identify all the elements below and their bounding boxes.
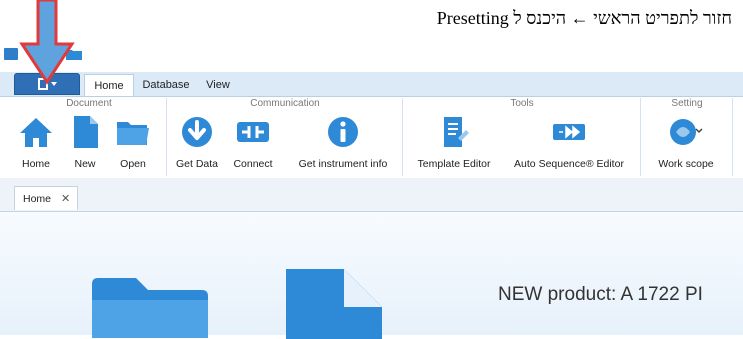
open-button[interactable]: Open bbox=[112, 114, 154, 174]
auto-sequence-editor-button-label: Auto Sequence® Editor bbox=[514, 158, 624, 170]
group-divider bbox=[732, 98, 733, 176]
get-data-button-label: Get Data bbox=[175, 158, 219, 170]
home-button-label: Home bbox=[21, 158, 50, 170]
info-icon bbox=[328, 117, 358, 147]
home-button[interactable]: Home bbox=[14, 114, 58, 174]
group-divider bbox=[402, 98, 403, 176]
tab-view[interactable]: View bbox=[198, 74, 238, 96]
group-divider bbox=[166, 98, 167, 176]
annotation-arrow-icon bbox=[19, 0, 75, 85]
connect-icon bbox=[237, 122, 269, 142]
house-icon bbox=[20, 118, 52, 147]
template-editor-button[interactable]: Template Editor bbox=[410, 114, 498, 174]
annotation-text: חזור לתפריט הראשי ← היכנס ל Presetting bbox=[436, 8, 732, 28]
close-icon[interactable]: ✕ bbox=[61, 192, 70, 205]
work-scope-button-label: Work scope bbox=[658, 158, 714, 170]
folder-open-icon bbox=[117, 122, 149, 145]
download-circle-icon bbox=[182, 117, 212, 147]
group-label-setting: Setting bbox=[671, 98, 703, 109]
new-button[interactable]: New bbox=[62, 114, 108, 174]
work-scope-icon bbox=[670, 119, 703, 145]
document-tab-home[interactable]: Home ✕ bbox=[14, 186, 78, 210]
open-project-large-icon[interactable] bbox=[92, 278, 208, 338]
connect-button[interactable]: Connect bbox=[228, 114, 278, 174]
new-document-large-icon[interactable] bbox=[286, 269, 382, 339]
get-instrument-info-button-label: Get instrument info bbox=[298, 158, 388, 170]
work-scope-button[interactable]: Work scope bbox=[648, 114, 724, 174]
group-label-document: Document bbox=[66, 98, 112, 109]
group-label-tools: Tools bbox=[510, 98, 534, 109]
tab-home[interactable]: Home bbox=[84, 74, 134, 97]
open-button-label: Open bbox=[120, 158, 146, 170]
get-data-button[interactable]: Get Data bbox=[172, 114, 222, 174]
new-button-label: New bbox=[74, 158, 96, 170]
template-editor-button-label: Template Editor bbox=[417, 158, 491, 170]
tab-database[interactable]: Database bbox=[136, 74, 196, 96]
auto-sequence-editor-button[interactable]: Auto Sequence® Editor bbox=[504, 114, 634, 174]
get-instrument-info-button[interactable]: Get instrument info bbox=[290, 114, 396, 174]
group-label-communication: Communication bbox=[250, 98, 320, 109]
group-divider bbox=[640, 98, 641, 176]
connect-button-label: Connect bbox=[233, 158, 273, 170]
document-tab-strip bbox=[0, 178, 743, 212]
new-product-headline[interactable]: NEW product: A 1722 PI bbox=[498, 284, 703, 306]
quick-access-home-icon[interactable] bbox=[4, 48, 18, 60]
document-tab-label: Home bbox=[23, 192, 52, 205]
auto-sequence-icon bbox=[553, 124, 585, 140]
template-editor-icon bbox=[444, 117, 469, 147]
new-document-icon bbox=[74, 116, 98, 148]
